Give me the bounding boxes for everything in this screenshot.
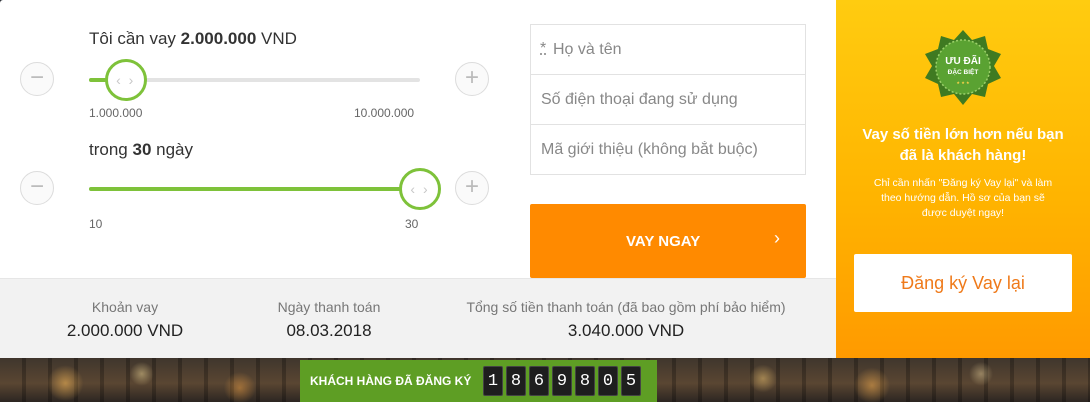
chevron-right-icon: › [774,228,780,248]
term-label: trong 30 ngày [89,140,193,160]
term-slider-fill [89,187,420,191]
application-form: * [530,24,806,175]
full-name-field[interactable] [531,25,805,74]
returning-customer-promo: ƯU ĐÃI ĐẶC BIỆT ★ ★ ★ Vay số tiền lớn hơ… [836,0,1090,358]
counter-label: KHÁCH HÀNG ĐÃ ĐĂNG KÝ [310,374,472,388]
apply-now-button[interactable]: VAY NGAY › [530,204,806,278]
term-slider[interactable]: ‹ › [89,168,441,210]
loan-amount-value: 2.000.000 [180,29,257,48]
counter-digit: 5 [621,366,641,396]
term-value: 30 [132,140,152,159]
loan-summary: Khoản vay 2.000.000 VND Ngày thanh toán … [0,278,836,358]
summary-due-label: Ngày thanh toán [277,299,381,315]
counter-digit: 9 [552,366,572,396]
term-unit: ngày [156,140,194,159]
registered-customers-counter: KHÁCH HÀNG ĐÃ ĐĂNG KÝ 1869805 [300,360,657,402]
loan-card: Tôi cần vay 2.000.000 VND − ‹ › + 1.000.… [0,0,836,358]
summary-due-date: Ngày thanh toán 08.03.2018 [254,299,404,341]
full-name-field-wrapper: * [530,24,806,75]
badge-line2: ĐẶC BIỆT [948,67,979,76]
counter-digit: 8 [575,366,595,396]
loan-calculator: Tôi cần vay 2.000.000 VND − ‹ › + 1.000.… [0,0,520,278]
term-min-label: 10 [89,217,103,231]
term-slider-handle[interactable]: ‹ › [399,168,441,210]
amount-increase-button[interactable]: + [455,62,489,96]
amount-decrease-button[interactable]: − [20,62,54,96]
promo-title: Vay số tiền lớn hơn nếu bạn đã là khách … [862,126,1064,164]
loan-amount-prefix: Tôi cần vay [89,29,176,48]
term-decrease-button[interactable]: − [20,171,54,205]
promo-description: Chỉ cần nhấn "Đăng ký Vay lại" và làm th… [873,177,1053,219]
summary-loan: Khoản vay 2.000.000 VND [50,299,200,341]
loan-amount-label: Tôi cần vay 2.000.000 VND [89,29,297,49]
required-mark: * [540,40,547,57]
plus-icon: + [464,173,479,200]
reapply-button[interactable]: Đăng ký Vay lại [854,254,1072,312]
badge-line1: ƯU ĐÃI [945,54,981,67]
special-offer-badge-icon: ƯU ĐÃI ĐẶC BIỆT ★ ★ ★ [925,30,1001,105]
referral-code-field[interactable] [531,125,805,174]
slider-arrows-icon: ‹ › [410,181,430,197]
summary-loan-label: Khoản vay [91,299,159,315]
plus-icon: + [464,64,479,91]
summary-loan-value: 2.000.000 VND [66,321,184,340]
badge-stars: ★ ★ ★ [956,80,970,85]
amount-min-label: 1.000.000 [89,106,143,120]
amount-max-label: 10.000.000 [354,106,415,120]
summary-total-label: Tổng số tiền thanh toán (đã bao gồm phí … [466,299,786,315]
summary-total: Tổng số tiền thanh toán (đã bao gồm phí … [456,299,796,341]
term-prefix: trong [89,140,128,159]
counter-digit: 0 [598,366,618,396]
term-increase-button[interactable]: + [455,171,489,205]
phone-field-wrapper [530,74,806,125]
term-max-label: 30 [405,217,419,231]
counter-digit: 8 [506,366,526,396]
counter-digits: 1869805 [483,366,641,396]
amount-slider-handle[interactable]: ‹ › [104,59,147,101]
slider-arrows-icon: ‹ › [116,72,136,88]
minus-icon: − [29,64,44,91]
amount-slider[interactable]: ‹ › [89,59,420,101]
phone-field[interactable] [531,75,805,124]
summary-total-value: 3.040.000 VND [567,321,685,340]
minus-icon: − [29,173,44,200]
counter-digit: 1 [483,366,503,396]
referral-field-wrapper [530,124,806,175]
summary-due-value: 08.03.2018 [286,321,372,340]
loan-amount-unit: VND [261,29,297,48]
counter-digit: 6 [529,366,549,396]
apply-now-label: VAY NGAY [626,233,701,250]
